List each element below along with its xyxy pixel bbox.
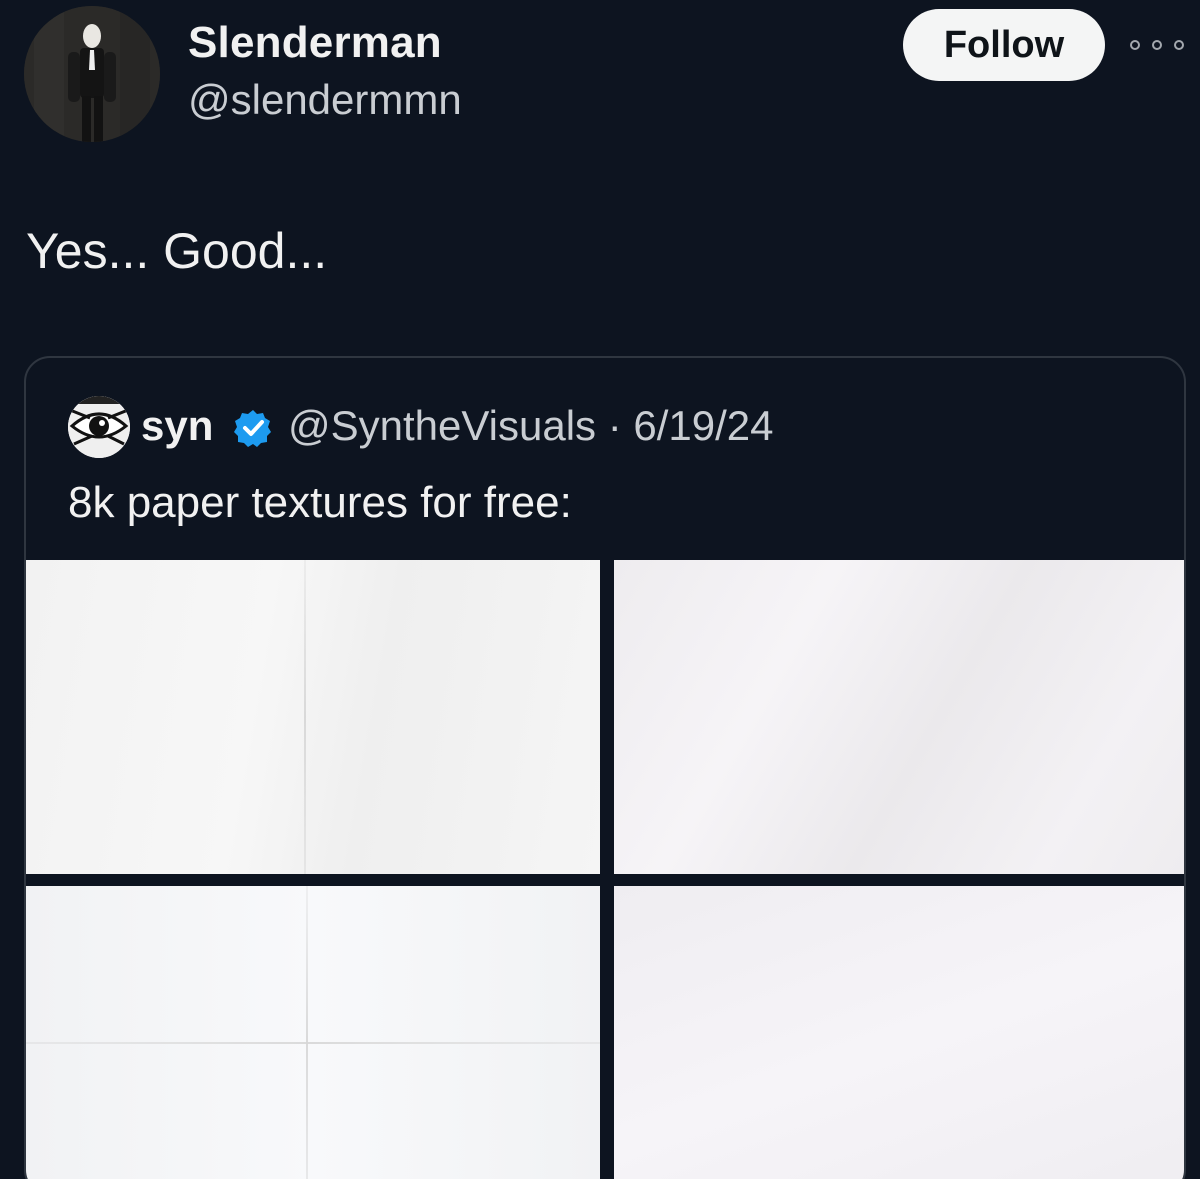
paper-texture-image-2[interactable]	[614, 560, 1184, 874]
follow-button[interactable]: Follow	[903, 9, 1105, 81]
verified-badge-icon	[234, 410, 271, 447]
quoted-post[interactable]: syn @SyntheVisuals · 6/19/24 8k paper te…	[24, 356, 1186, 1179]
dot	[1174, 40, 1184, 50]
fold-line	[304, 560, 306, 874]
quoted-avatar[interactable]	[68, 396, 130, 458]
eye-avatar-icon	[68, 396, 130, 458]
avatar[interactable]	[24, 6, 160, 142]
display-name[interactable]: Slenderman	[188, 18, 442, 68]
slenderman-avatar-icon	[24, 6, 160, 142]
paper-texture-image-4[interactable]	[614, 886, 1184, 1179]
quoted-display-name[interactable]: syn	[141, 402, 213, 450]
fold-line	[306, 886, 308, 1179]
more-options-icon[interactable]	[1130, 30, 1184, 60]
media-grid	[26, 558, 1184, 1179]
dot	[1152, 40, 1162, 50]
quoted-handle-and-date[interactable]: @SyntheVisuals · 6/19/24	[288, 402, 773, 450]
post-view: Slenderman @slendermmn Follow Yes... Goo…	[0, 0, 1200, 1179]
fold-line	[26, 1042, 600, 1044]
post-text: Yes... Good...	[26, 223, 328, 279]
paper-texture-image-3[interactable]	[26, 886, 600, 1179]
user-handle[interactable]: @slendermmn	[188, 76, 462, 124]
quoted-post-text: 8k paper textures for free:	[68, 478, 572, 527]
paper-texture-image-1[interactable]	[26, 560, 600, 874]
dot	[1130, 40, 1140, 50]
